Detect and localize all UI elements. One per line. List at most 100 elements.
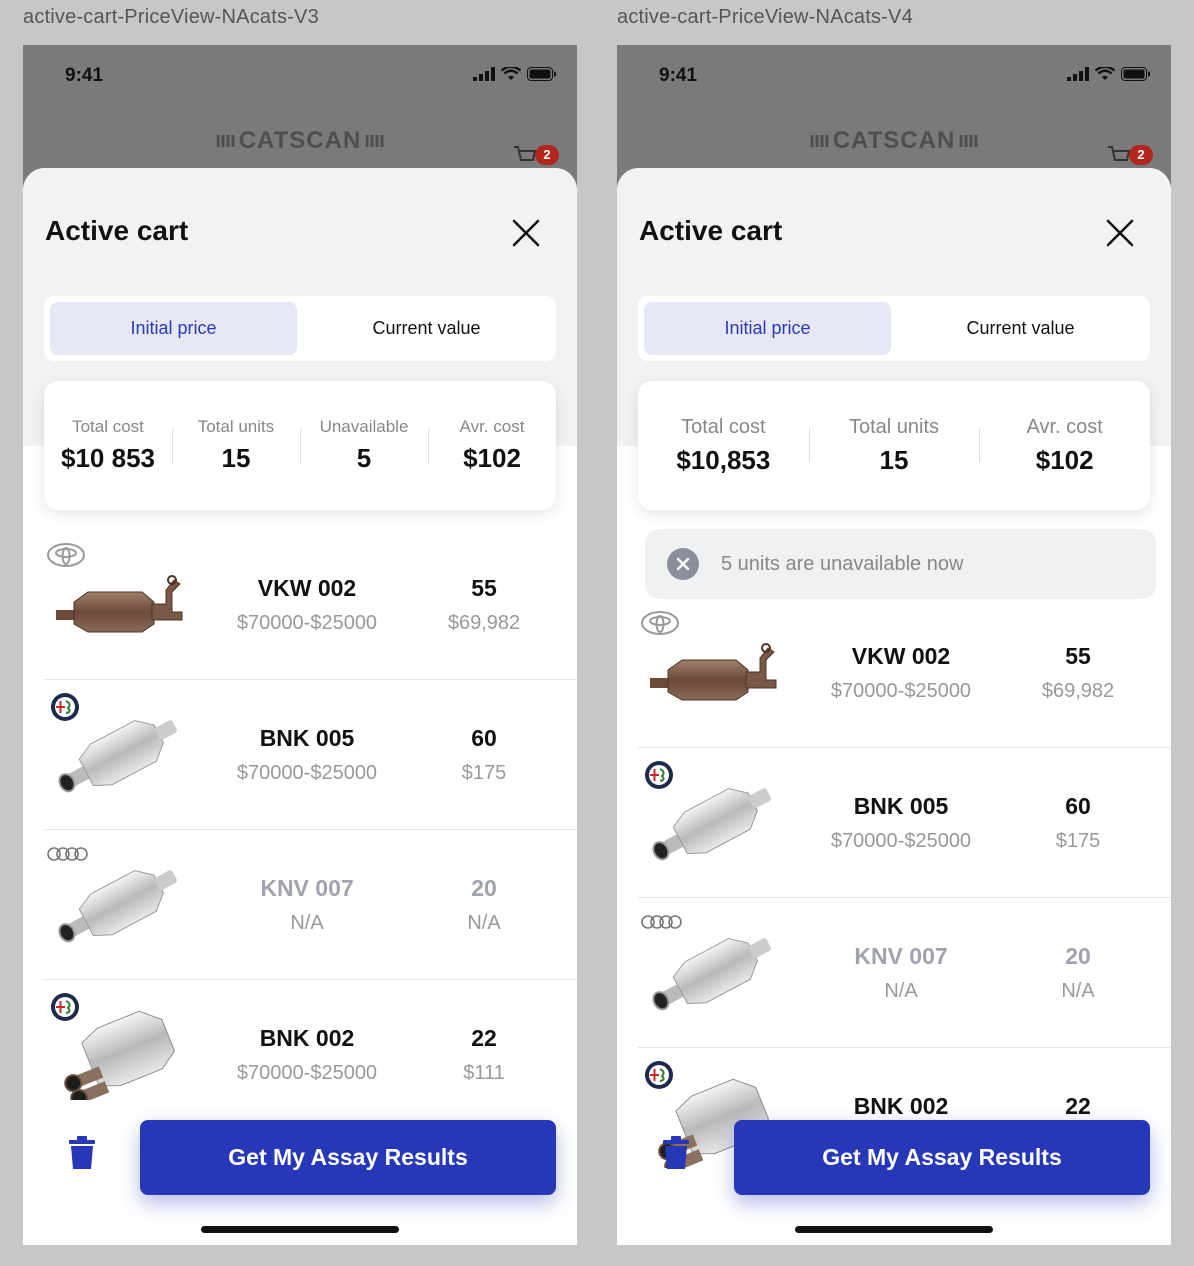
cart-item-row[interactable]: BNK 005 $70000-$25000 60 $175	[638, 748, 1171, 898]
catalytic-converter-icon	[54, 710, 184, 800]
item-price: $111	[463, 1062, 505, 1084]
active-cart-sheet: Active cart Initial price Current value …	[23, 168, 577, 1245]
cart-badge: 2	[535, 145, 559, 165]
sheet-title: Active cart	[45, 215, 189, 246]
stat-total-units: Total units 15	[808, 415, 980, 476]
item-quantity: 60	[1065, 793, 1091, 819]
status-time: 9:41	[65, 65, 104, 86]
cart-item-list: VKW 002 $70000-$25000 55 $69,982 BNK 005…	[44, 530, 577, 1130]
cart-item-row[interactable]: BNK 002 $70000-$25000 22 $111	[44, 980, 577, 1130]
toggle-current-value[interactable]: Current value	[303, 302, 550, 355]
stat-avg-cost: Avr. cost $102	[428, 417, 556, 474]
stat-label: Total cost	[72, 417, 144, 436]
cart-icon[interactable]	[1107, 145, 1131, 167]
cart-item-row-unavailable[interactable]: KNV 007 N/A 20 N/A	[44, 830, 577, 980]
stat-label: Unavailable	[319, 417, 409, 436]
status-time: 9:41	[659, 65, 698, 86]
dirty-catalytic-converter-icon	[648, 628, 778, 718]
cart-icon[interactable]	[513, 145, 537, 167]
trash-icon[interactable]	[661, 1135, 691, 1171]
item-code: VKW 002	[257, 575, 357, 601]
home-indicator	[795, 1226, 993, 1233]
phone-frame-v3: 9:41 CATSCAN ← 2 Active cart Initial pri…	[23, 45, 577, 1245]
item-price: $69,982	[447, 612, 521, 634]
cart-item-list: VKW 002 $70000-$25000 55 $69,982 BNK 005…	[638, 598, 1171, 1198]
frame-label: active-cart-PriceView-NAcats-V4	[617, 6, 913, 28]
close-icon[interactable]	[511, 218, 541, 248]
item-price: N/A	[467, 912, 501, 934]
item-code: KNV 007	[854, 943, 948, 969]
cart-item-row[interactable]: BNK 005 $70000-$25000 60 $175	[44, 680, 577, 830]
catalytic-converter-icon	[648, 928, 778, 1018]
battery-icon	[527, 67, 556, 81]
stat-label: Avr. cost	[1026, 415, 1103, 438]
item-code: BNK 005	[853, 793, 949, 819]
dirty-catalytic-converter-icon	[54, 560, 184, 650]
item-price-range: $70000-$25000	[236, 612, 378, 634]
active-cart-sheet: Active cart Initial price Current value …	[617, 168, 1171, 1245]
item-quantity: 20	[1065, 943, 1091, 969]
battery-icon	[1121, 67, 1150, 81]
stat-total-cost: Total cost $10 853	[44, 417, 172, 474]
unavailable-notice: 5 units are unavailable now	[645, 529, 1156, 599]
get-assay-results-button[interactable]: Get My Assay Results	[734, 1120, 1150, 1195]
item-price: N/A	[1061, 980, 1095, 1002]
item-quantity: 55	[471, 575, 497, 601]
item-price: $175	[1055, 830, 1101, 852]
item-quantity: 20	[471, 875, 497, 901]
item-code: VKW 002	[851, 643, 951, 669]
stat-value: 15	[221, 443, 251, 473]
item-code: KNV 007	[260, 875, 354, 901]
item-price-range: $70000-$25000	[236, 762, 378, 784]
stat-label: Total units	[197, 417, 275, 436]
item-quantity: 60	[471, 725, 497, 751]
toggle-initial-price[interactable]: Initial price	[644, 302, 891, 355]
frame-label: active-cart-PriceView-NAcats-V3	[23, 6, 319, 28]
close-icon[interactable]	[1105, 218, 1135, 248]
cart-item-row[interactable]: VKW 002 $70000-$25000 55 $69,982	[638, 598, 1171, 748]
item-price-range: $70000-$25000	[236, 1062, 378, 1084]
stat-value: $10,853	[676, 444, 771, 475]
stat-value: $102	[1035, 444, 1094, 475]
item-price: $175	[461, 762, 507, 784]
cart-summary-card: Total cost $10 853 Total units 15 Unavaila…	[44, 381, 556, 510]
cart-item-row[interactable]: VKW 002 $70000-$25000 55 $69,982	[44, 530, 577, 680]
stat-value: $102	[463, 443, 521, 473]
sheet-title: Active cart	[639, 215, 783, 246]
item-price-range: N/A	[290, 912, 324, 934]
item-quantity: 22	[471, 1025, 497, 1051]
phone-frame-v4: 9:41 CATSCAN ← 2 Active cart Initial pri…	[617, 45, 1171, 1245]
stat-label: Total units	[848, 415, 940, 438]
trash-icon[interactable]	[67, 1135, 97, 1171]
app-logo: CATSCAN	[216, 127, 384, 155]
catalytic-converter-icon	[54, 860, 184, 950]
app-logo: CATSCAN	[810, 127, 978, 155]
stat-value: 15	[879, 444, 909, 475]
item-price-range: $70000-$25000	[830, 830, 972, 852]
status-icons	[473, 67, 557, 81]
cart-badge: 2	[1129, 145, 1153, 165]
close-circle-icon	[667, 548, 699, 580]
cart-item-row-unavailable[interactable]: KNV 007 N/A 20 N/A	[638, 898, 1171, 1048]
stat-unavailable: Unavailable 5	[300, 417, 428, 474]
item-quantity: 55	[1065, 643, 1091, 669]
item-code: BNK 005	[259, 725, 355, 751]
item-quantity: 22	[1065, 1093, 1091, 1119]
stat-total-cost: Total cost $10,853	[638, 416, 809, 476]
catalytic-converter-icon	[648, 778, 778, 868]
toggle-initial-price[interactable]: Initial price	[50, 302, 297, 355]
signal-icon	[473, 67, 495, 81]
item-price-range: N/A	[884, 980, 918, 1002]
stat-label: Avr. cost	[459, 417, 525, 436]
unavailable-notice-text: 5 units are unavailable now	[721, 552, 964, 575]
item-price: $69,982	[1041, 680, 1115, 702]
wifi-icon	[1095, 67, 1115, 80]
item-code: BNK 002	[259, 1025, 355, 1051]
wifi-icon	[501, 67, 521, 80]
item-code: BNK 002	[853, 1093, 949, 1119]
toggle-current-value[interactable]: Current value	[897, 302, 1144, 355]
price-view-toggle: Initial price Current value	[638, 296, 1150, 361]
get-assay-results-button[interactable]: Get My Assay Results	[140, 1120, 556, 1195]
signal-icon	[1067, 67, 1089, 81]
cart-summary-card: Total cost $10,853 Total units 15 Avr. cos…	[638, 381, 1150, 510]
